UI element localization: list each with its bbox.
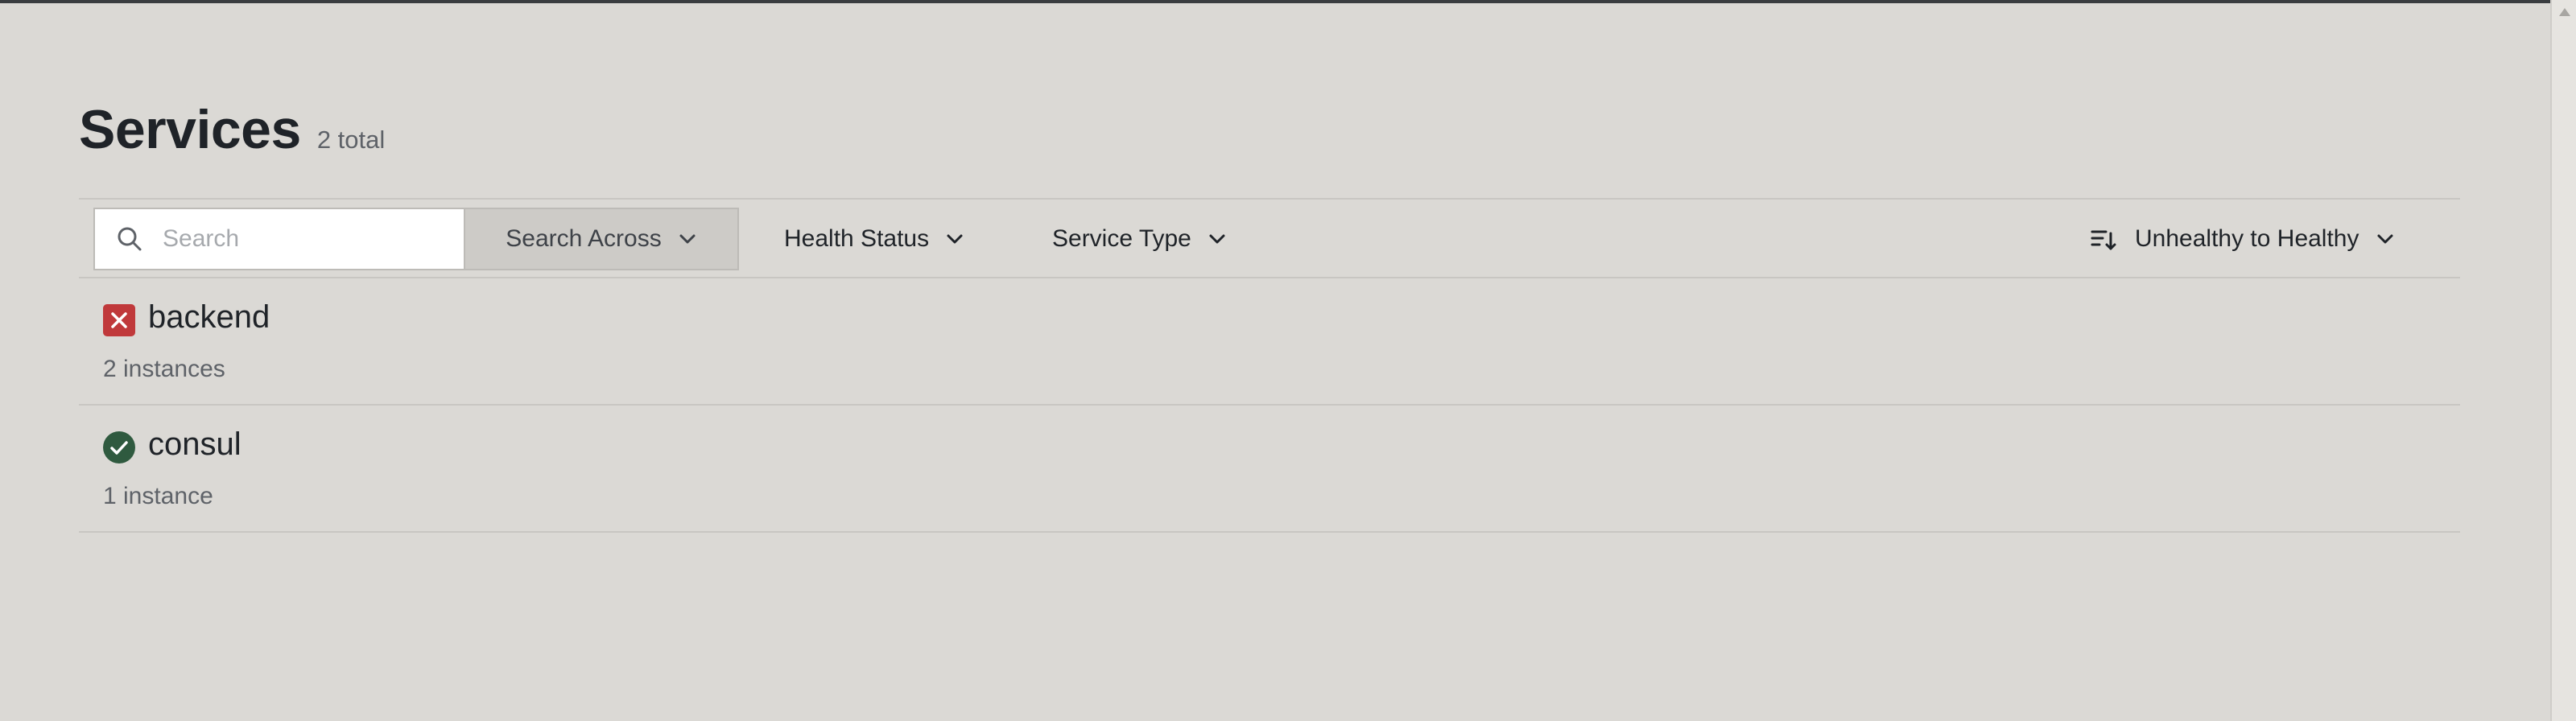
service-row-consul[interactable]: consul 1 instance xyxy=(79,406,2460,533)
service-type-dropdown[interactable]: Service Type xyxy=(1052,208,1227,270)
filter-bar: Search Across Health Status Service Type xyxy=(79,198,2460,278)
check-circle-icon xyxy=(103,431,135,464)
service-type-label: Service Type xyxy=(1052,225,1191,252)
top-border xyxy=(0,0,2550,3)
search-across-dropdown[interactable]: Search Across xyxy=(464,208,739,270)
search-icon xyxy=(116,225,143,253)
sort-icon xyxy=(2090,225,2117,253)
vertical-scrollbar[interactable] xyxy=(2550,0,2576,721)
page-title: Services xyxy=(79,99,301,160)
chevron-down-icon xyxy=(1208,229,1227,249)
search-across-label: Search Across xyxy=(506,225,662,252)
sort-label: Unhealthy to Healthy xyxy=(2135,225,2359,252)
search-input[interactable] xyxy=(161,225,454,253)
page-header: Services 2 total xyxy=(79,98,385,161)
service-row-backend[interactable]: backend 2 instances xyxy=(79,278,2460,406)
sort-dropdown[interactable]: Unhealthy to Healthy xyxy=(2090,208,2395,270)
instance-count: 2 instances xyxy=(103,356,225,382)
scroll-up-arrow-icon[interactable] xyxy=(2559,8,2570,16)
search-field[interactable] xyxy=(93,208,465,270)
x-square-icon xyxy=(103,304,135,336)
instance-count: 1 instance xyxy=(103,483,213,509)
health-status-dropdown[interactable]: Health Status xyxy=(784,208,964,270)
health-status-label: Health Status xyxy=(784,225,930,252)
service-list: backend 2 instances consul 1 instance xyxy=(79,278,2460,533)
service-name-link[interactable]: consul xyxy=(148,426,242,463)
chevron-down-icon xyxy=(678,229,697,249)
service-name-link[interactable]: backend xyxy=(148,299,270,336)
chevron-down-icon xyxy=(2376,229,2395,249)
total-count: 2 total xyxy=(316,126,386,154)
chevron-down-icon xyxy=(945,229,964,249)
